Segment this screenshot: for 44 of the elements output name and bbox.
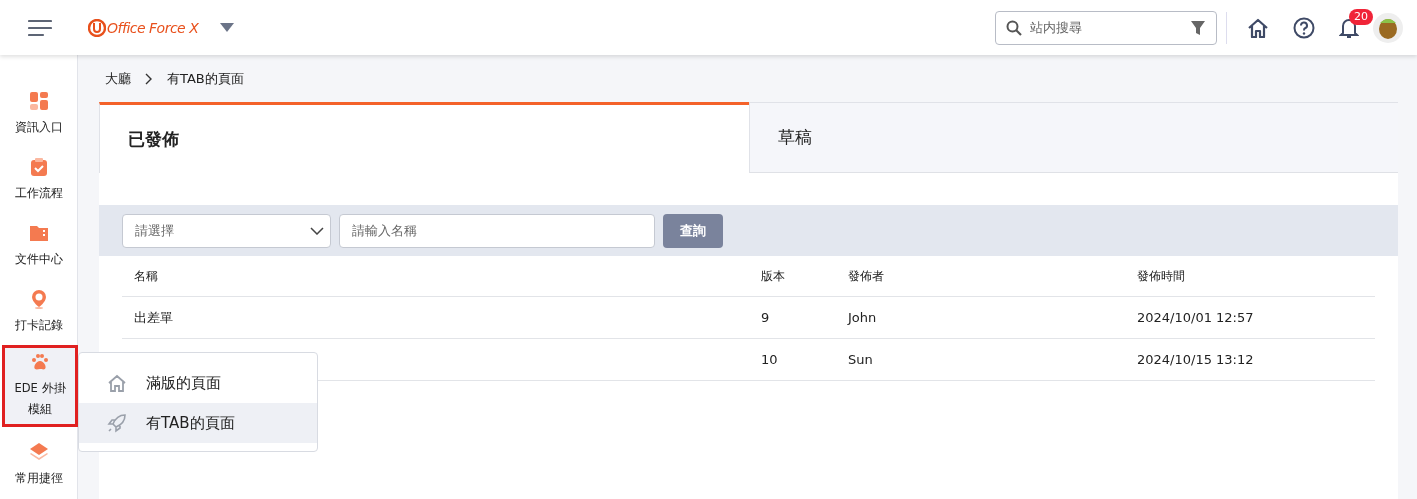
sidebar-item[interactable]: 常用捷徑	[0, 432, 77, 499]
table-cell: John	[848, 310, 877, 325]
breadcrumb-link[interactable]: 大廳	[105, 69, 131, 88]
help-icon[interactable]	[1293, 16, 1315, 39]
sidebar-item[interactable]: 資訊入口	[0, 81, 77, 148]
menu-icon[interactable]	[28, 18, 52, 37]
filter-icon[interactable]	[1190, 19, 1206, 36]
grid-icon	[28, 90, 49, 111]
home-icon[interactable]	[1247, 17, 1269, 38]
layers-icon	[28, 442, 49, 463]
sidebar-item[interactable]: 打卡記錄	[0, 279, 77, 346]
avatar[interactable]	[1373, 12, 1403, 43]
submenu-item[interactable]: 有TAB的頁面	[79, 403, 317, 443]
query-button[interactable]: 查詢	[663, 213, 723, 248]
column-header: 名稱	[134, 268, 158, 283]
column-header: 發佈者	[848, 268, 884, 283]
logo-text: Office Force X	[107, 19, 199, 36]
sidebar-item[interactable]: 文件中心	[0, 213, 77, 280]
table-cell: 9	[761, 310, 770, 325]
name-input-field[interactable]: 請輸入名稱	[339, 213, 655, 248]
breadcrumb-current: 有TAB的頁面	[167, 69, 244, 88]
tab[interactable]: 草稿	[748, 102, 1398, 173]
submenu-item[interactable]: 滿版的頁面	[79, 363, 317, 403]
sidebar-item[interactable]: EDE 外掛模組	[2, 345, 78, 427]
sidebar-item[interactable]: 工作流程	[0, 147, 77, 214]
table-cell: Sun	[848, 352, 873, 367]
search-icon	[1006, 19, 1022, 36]
logo-icon	[88, 18, 106, 37]
table-cell: 2024/10/15 13:12	[1137, 352, 1254, 367]
column-header: 版本	[761, 268, 785, 283]
chevron-down-icon	[310, 226, 324, 235]
table-cell: 出差單	[134, 309, 173, 325]
notification-badge: 20	[1349, 8, 1373, 25]
column-header: 發佈時間	[1137, 268, 1185, 283]
dropdown-caret-icon[interactable]	[220, 22, 235, 33]
clipboard-icon	[28, 156, 49, 177]
tab[interactable]: 已發佈	[99, 102, 749, 173]
rocket-icon	[107, 413, 127, 433]
search-field[interactable]: 站内搜尋	[995, 10, 1217, 45]
select-dropdown[interactable]: 請選擇	[122, 213, 331, 248]
house-icon	[107, 374, 127, 392]
chevron-right-icon	[145, 72, 153, 85]
table-cell: 10	[761, 352, 778, 367]
table-cell: 2024/10/01 12:57	[1137, 310, 1254, 325]
